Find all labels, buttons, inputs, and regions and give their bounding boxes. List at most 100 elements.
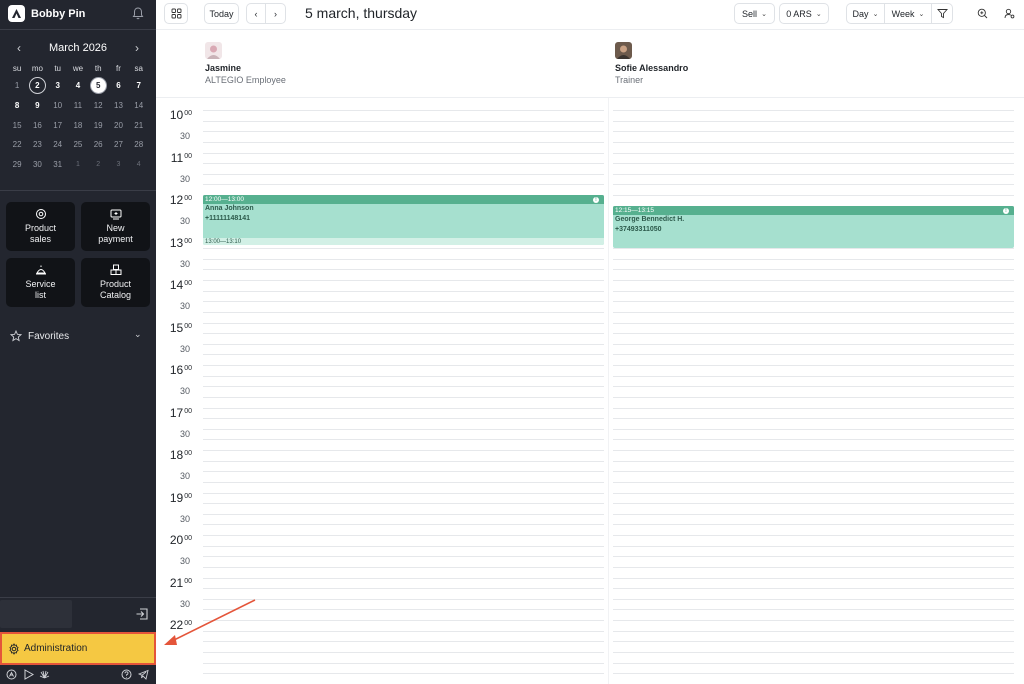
- hour-label: 1900: [170, 491, 192, 505]
- calendar-day[interactable]: 29: [7, 155, 27, 175]
- calendar-day[interactable]: 2: [88, 155, 108, 175]
- calendar-day[interactable]: 13: [108, 96, 128, 116]
- calendar-day[interactable]: 11: [68, 96, 88, 116]
- calendar-day[interactable]: 9: [27, 96, 47, 116]
- calendar-day[interactable]: 6: [108, 76, 128, 96]
- day-view-dropdown[interactable]: Day ⌄: [846, 3, 885, 24]
- calendar-day[interactable]: 7: [129, 76, 149, 96]
- time-slot-line: [203, 376, 604, 377]
- next-day-button[interactable]: ›: [266, 3, 286, 24]
- help-icon[interactable]: [121, 669, 132, 680]
- calendar-day[interactable]: 5: [88, 76, 108, 96]
- calendar-day[interactable]: 28: [129, 135, 149, 155]
- hour-value: 10: [169, 108, 184, 122]
- calendar-day[interactable]: 2: [27, 76, 47, 96]
- chevron-down-icon[interactable]: ⌄: [134, 329, 142, 340]
- grid-view-button[interactable]: [164, 3, 188, 24]
- app-store-icon[interactable]: [6, 669, 17, 680]
- calendar-day[interactable]: 26: [88, 135, 108, 155]
- huawei-gallery-icon[interactable]: [39, 669, 50, 680]
- calendar-next-month-icon[interactable]: ›: [130, 40, 144, 56]
- brand-header[interactable]: Bobby Pin: [0, 0, 156, 28]
- hour-label: 2100: [170, 576, 192, 590]
- staff-settings-button[interactable]: [998, 3, 1020, 24]
- divider: [156, 97, 1024, 98]
- altegio-logo-icon: [8, 5, 25, 22]
- calendar-day[interactable]: 15: [7, 116, 27, 136]
- favorites-section[interactable]: Favorites ⌄: [0, 326, 156, 346]
- google-play-icon[interactable]: [23, 669, 34, 680]
- hour-value: 15: [169, 320, 184, 335]
- minutes-value: 00: [184, 492, 192, 500]
- calendar-day[interactable]: 31: [48, 155, 68, 175]
- time-slot-line: [613, 386, 1014, 387]
- calendar-day[interactable]: 3: [48, 76, 68, 96]
- calendar-day[interactable]: 20: [108, 116, 128, 136]
- today-button[interactable]: Today: [204, 3, 239, 24]
- chevron-left-icon: ‹: [254, 8, 258, 19]
- info-icon[interactable]: !: [1003, 207, 1009, 214]
- time-slot-line: [613, 153, 1014, 154]
- current-date-title: 5 march, thursday: [305, 5, 418, 21]
- appointment-card[interactable]: 12:00—13:00! Anna Johnson +11111148141 1…: [203, 195, 604, 245]
- calendar-day[interactable]: 10: [48, 96, 68, 116]
- staff-name: Sofie Alessandro: [615, 63, 689, 73]
- currency-dropdown[interactable]: 0 ARS ⌄: [779, 3, 829, 24]
- calendar-day[interactable]: 27: [108, 135, 128, 155]
- time-slot-line: [613, 163, 1014, 164]
- time-slot-line: [203, 280, 604, 281]
- calendar-day[interactable]: 19: [88, 116, 108, 136]
- week-view-dropdown[interactable]: Week ⌄: [885, 3, 932, 24]
- info-icon[interactable]: !: [593, 196, 599, 203]
- calendar-day[interactable]: 1: [7, 76, 27, 96]
- calendar-day[interactable]: 23: [27, 135, 47, 155]
- time-slot-line: [203, 365, 604, 366]
- divider: [0, 190, 156, 191]
- time-slot-line: [613, 248, 1014, 249]
- calendar-day[interactable]: 17: [48, 116, 68, 136]
- appointment-card[interactable]: 12:15—13:15! George Bennedict H. +374933…: [613, 206, 1014, 248]
- weekday-label: th: [94, 64, 102, 73]
- calendar-day[interactable]: 3: [108, 155, 128, 175]
- calendar-day[interactable]: 16: [27, 116, 47, 136]
- sell-label: Sell: [742, 8, 758, 19]
- calendar-day[interactable]: 24: [48, 135, 68, 155]
- hour-value: 20: [169, 533, 184, 547]
- logout-icon[interactable]: [135, 607, 149, 621]
- half-hour-label: 30: [179, 216, 190, 227]
- product-sales-button[interactable]: Product sales: [6, 202, 75, 251]
- user-profile-block[interactable]: [0, 600, 72, 628]
- calendar-day[interactable]: 22: [7, 135, 27, 155]
- calendar-day[interactable]: 12: [88, 96, 108, 116]
- calendar-day[interactable]: 21: [129, 116, 149, 136]
- calendar-day[interactable]: 4: [68, 76, 88, 96]
- time-slot-line: [613, 301, 1014, 302]
- calendar-day[interactable]: 14: [129, 96, 149, 116]
- calendar-day[interactable]: 18: [68, 116, 88, 136]
- new-payment-button[interactable]: New payment: [81, 202, 150, 251]
- time-slot-line: [613, 429, 1014, 430]
- time-slot-line: [203, 163, 604, 164]
- calendar-day[interactable]: 1: [68, 155, 88, 175]
- zoom-button[interactable]: [971, 3, 993, 24]
- bell-icon[interactable]: [132, 7, 144, 20]
- next-appointment-strip[interactable]: 13:00—13:10: [203, 238, 604, 245]
- calendar-day[interactable]: 4: [129, 155, 149, 175]
- calendar-day[interactable]: 8: [7, 96, 27, 116]
- service-list-button[interactable]: Service list: [6, 258, 75, 307]
- half-hour-label: 30: [179, 386, 190, 397]
- calendar-day[interactable]: 30: [27, 155, 47, 175]
- telegram-icon[interactable]: [138, 669, 149, 680]
- product-catalog-icon: [110, 264, 121, 275]
- sell-dropdown[interactable]: Sell ⌄: [734, 3, 775, 24]
- calendar-day[interactable]: 25: [68, 135, 88, 155]
- product-catalog-button[interactable]: Product Catalog: [81, 258, 150, 307]
- calendar-prev-month-icon[interactable]: ‹: [12, 40, 26, 56]
- previous-day-button[interactable]: ‹: [246, 3, 266, 24]
- time-slot-line: [203, 291, 604, 292]
- administration-button[interactable]: Administration: [0, 632, 156, 665]
- time-slot-line: [203, 609, 604, 610]
- filter-button[interactable]: [932, 3, 953, 24]
- time-slot-line: [613, 408, 1014, 409]
- hour-label: 1600: [170, 363, 192, 377]
